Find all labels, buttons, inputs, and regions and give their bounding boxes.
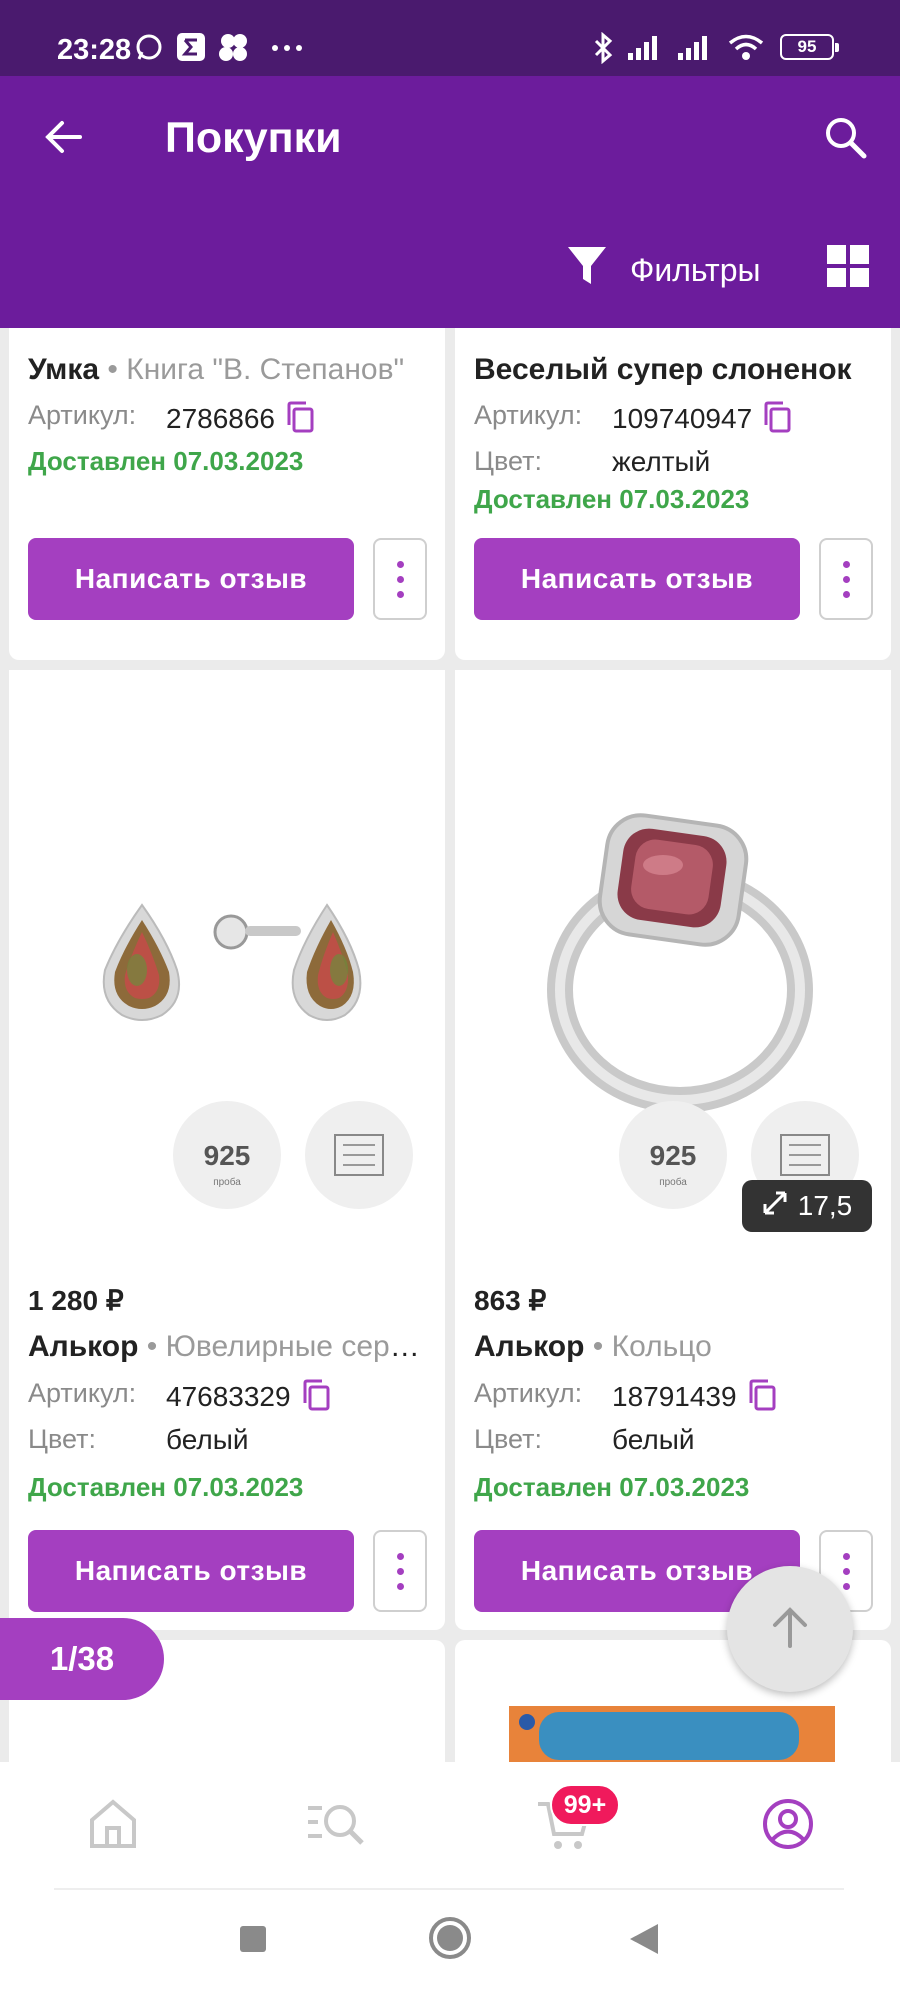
status-time: 23:28 <box>57 34 132 66</box>
back-triangle-icon[interactable] <box>628 1922 660 1961</box>
article-label: Артикул: <box>28 400 137 430</box>
expand-icon <box>762 1190 788 1223</box>
product-title: Кольцо <box>611 1330 712 1363</box>
svg-text:925: 925 <box>650 1140 697 1171</box>
purchase-card[interactable]: Умка • Книга "В. Степанов" Артикул: 2786… <box>9 328 445 660</box>
svg-text:925: 925 <box>204 1140 251 1171</box>
color-label: Цвет: <box>28 1424 97 1454</box>
hallmark-badge: 925 проба <box>173 1101 281 1209</box>
color-label: Цвет: <box>474 446 543 476</box>
hallmark-badge: 925 проба <box>619 1101 727 1209</box>
more-options-button[interactable] <box>819 538 873 620</box>
system-navigation-bar <box>0 1890 900 2000</box>
more-options-button[interactable] <box>373 538 427 620</box>
product-name: Алькор • Кольцо <box>474 1330 712 1363</box>
copy-icon[interactable] <box>285 400 315 441</box>
product-name: Умка • Книга "В. Степанов" <box>28 353 405 386</box>
product-image[interactable]: 925 проба <box>9 670 445 1260</box>
delivery-status: Доставлен 07.03.2023 <box>28 446 304 476</box>
article-number: 18791439 <box>612 1380 737 1412</box>
product-brand: Веселый супер слоненок <box>474 353 852 386</box>
back-arrow-icon[interactable] <box>40 114 86 165</box>
filters-button[interactable]: Фильтры <box>566 244 761 296</box>
more-dots-icon <box>270 40 304 58</box>
article-label: Артикул: <box>474 400 583 430</box>
copy-icon[interactable] <box>747 1378 777 1419</box>
article-number: 109740947 <box>612 402 753 434</box>
arrow-up-icon <box>767 1604 813 1655</box>
delivery-status: Доставлен 07.03.2023 <box>474 484 750 514</box>
article-label: Артикул: <box>28 1378 137 1408</box>
color-row: Цвет: желтый <box>474 446 710 477</box>
product-brand: Умка <box>28 353 100 386</box>
article-label: Артикул: <box>474 1378 583 1408</box>
more-options-button[interactable] <box>373 1530 427 1612</box>
signal-icon <box>626 32 666 67</box>
write-review-button[interactable]: Написать отзыв <box>28 1530 354 1612</box>
product-title: Книга "В. Степанов" <box>126 353 405 386</box>
wifi-icon <box>726 32 766 67</box>
quality-badge <box>305 1101 413 1209</box>
app-bar: Покупки Фильтры <box>0 76 900 328</box>
product-title: Ювелирные серьги <box>165 1330 428 1363</box>
product-price: 863 ₽ <box>474 1285 547 1316</box>
article-row: Артикул: 18791439 <box>474 1378 776 1412</box>
color-label: Цвет: <box>474 1424 543 1454</box>
product-brand: Алькор <box>474 1330 585 1363</box>
product-image <box>509 1706 835 1762</box>
product-brand: Алькор <box>28 1330 139 1363</box>
scroll-to-top-button[interactable] <box>727 1566 853 1692</box>
sigma-icon <box>176 32 206 67</box>
article-number: 47683329 <box>166 1380 291 1412</box>
size-badge: 17,5 <box>742 1180 872 1232</box>
status-bar: 23:28 95 <box>0 0 900 76</box>
profile-icon[interactable] <box>762 1798 814 1855</box>
svg-text:проба: проба <box>659 1176 687 1188</box>
bottom-navigation <box>0 1762 900 1890</box>
article-number: 2786866 <box>166 402 276 434</box>
article-row: Артикул: 2786866 <box>28 400 314 434</box>
grid-view-icon[interactable] <box>826 244 870 293</box>
color-value: желтый <box>612 446 711 477</box>
purchase-card[interactable]: Веселый супер слоненок Артикул: 10974094… <box>455 328 891 660</box>
battery-indicator: 95 <box>780 34 839 60</box>
signal-icon <box>676 32 716 67</box>
write-review-button[interactable]: Написать отзыв <box>474 538 800 620</box>
svg-text:проба: проба <box>213 1176 241 1188</box>
filter-icon <box>566 244 608 296</box>
product-price: 1 280 ₽ <box>28 1285 124 1316</box>
bluetooth-icon <box>592 31 616 69</box>
recent-apps-icon[interactable] <box>238 1924 268 1959</box>
filters-label: Фильтры <box>630 251 761 288</box>
copy-icon[interactable] <box>301 1378 331 1419</box>
purchases-list[interactable]: Умка • Книга "В. Степанов" Артикул: 2786… <box>0 328 900 1762</box>
color-value: белый <box>166 1424 249 1455</box>
whatsapp-icon <box>134 32 164 67</box>
search-icon[interactable] <box>822 114 868 165</box>
article-row: Артикул: 109740947 <box>474 400 791 434</box>
write-review-button[interactable]: Написать отзыв <box>28 538 354 620</box>
color-value: белый <box>612 1424 695 1455</box>
color-row: Цвет: белый <box>28 1424 248 1455</box>
product-image[interactable]: 925 проба <box>455 670 891 1260</box>
delivery-status: Доставлен 07.03.2023 <box>474 1472 750 1502</box>
home-button-icon[interactable] <box>428 1916 472 1965</box>
delivery-status: Доставлен 07.03.2023 <box>28 1472 304 1502</box>
home-icon[interactable] <box>88 1798 138 1855</box>
page-title: Покупки <box>165 114 342 162</box>
cart-count-badge: 99+ <box>550 1784 620 1826</box>
page-counter: 1/38 <box>0 1618 164 1700</box>
ring-size: 17,5 <box>797 1190 853 1221</box>
copy-icon[interactable] <box>762 400 792 441</box>
article-row: Артикул: 47683329 <box>28 1378 330 1412</box>
catalog-search-icon[interactable] <box>306 1798 366 1853</box>
product-name: Веселый супер слоненок <box>474 353 874 387</box>
purchase-card[interactable]: 925 проба 1 280 ₽ Алькор • Ювелирные сер… <box>9 670 445 1630</box>
color-row: Цвет: белый <box>474 1424 694 1455</box>
app-icon <box>216 32 250 67</box>
purchase-card[interactable]: 925 проба 863 ₽ Алькор • Кольцо Артикул:… <box>455 670 891 1630</box>
product-name: Алькор • Ювелирные серьги <box>28 1330 428 1364</box>
